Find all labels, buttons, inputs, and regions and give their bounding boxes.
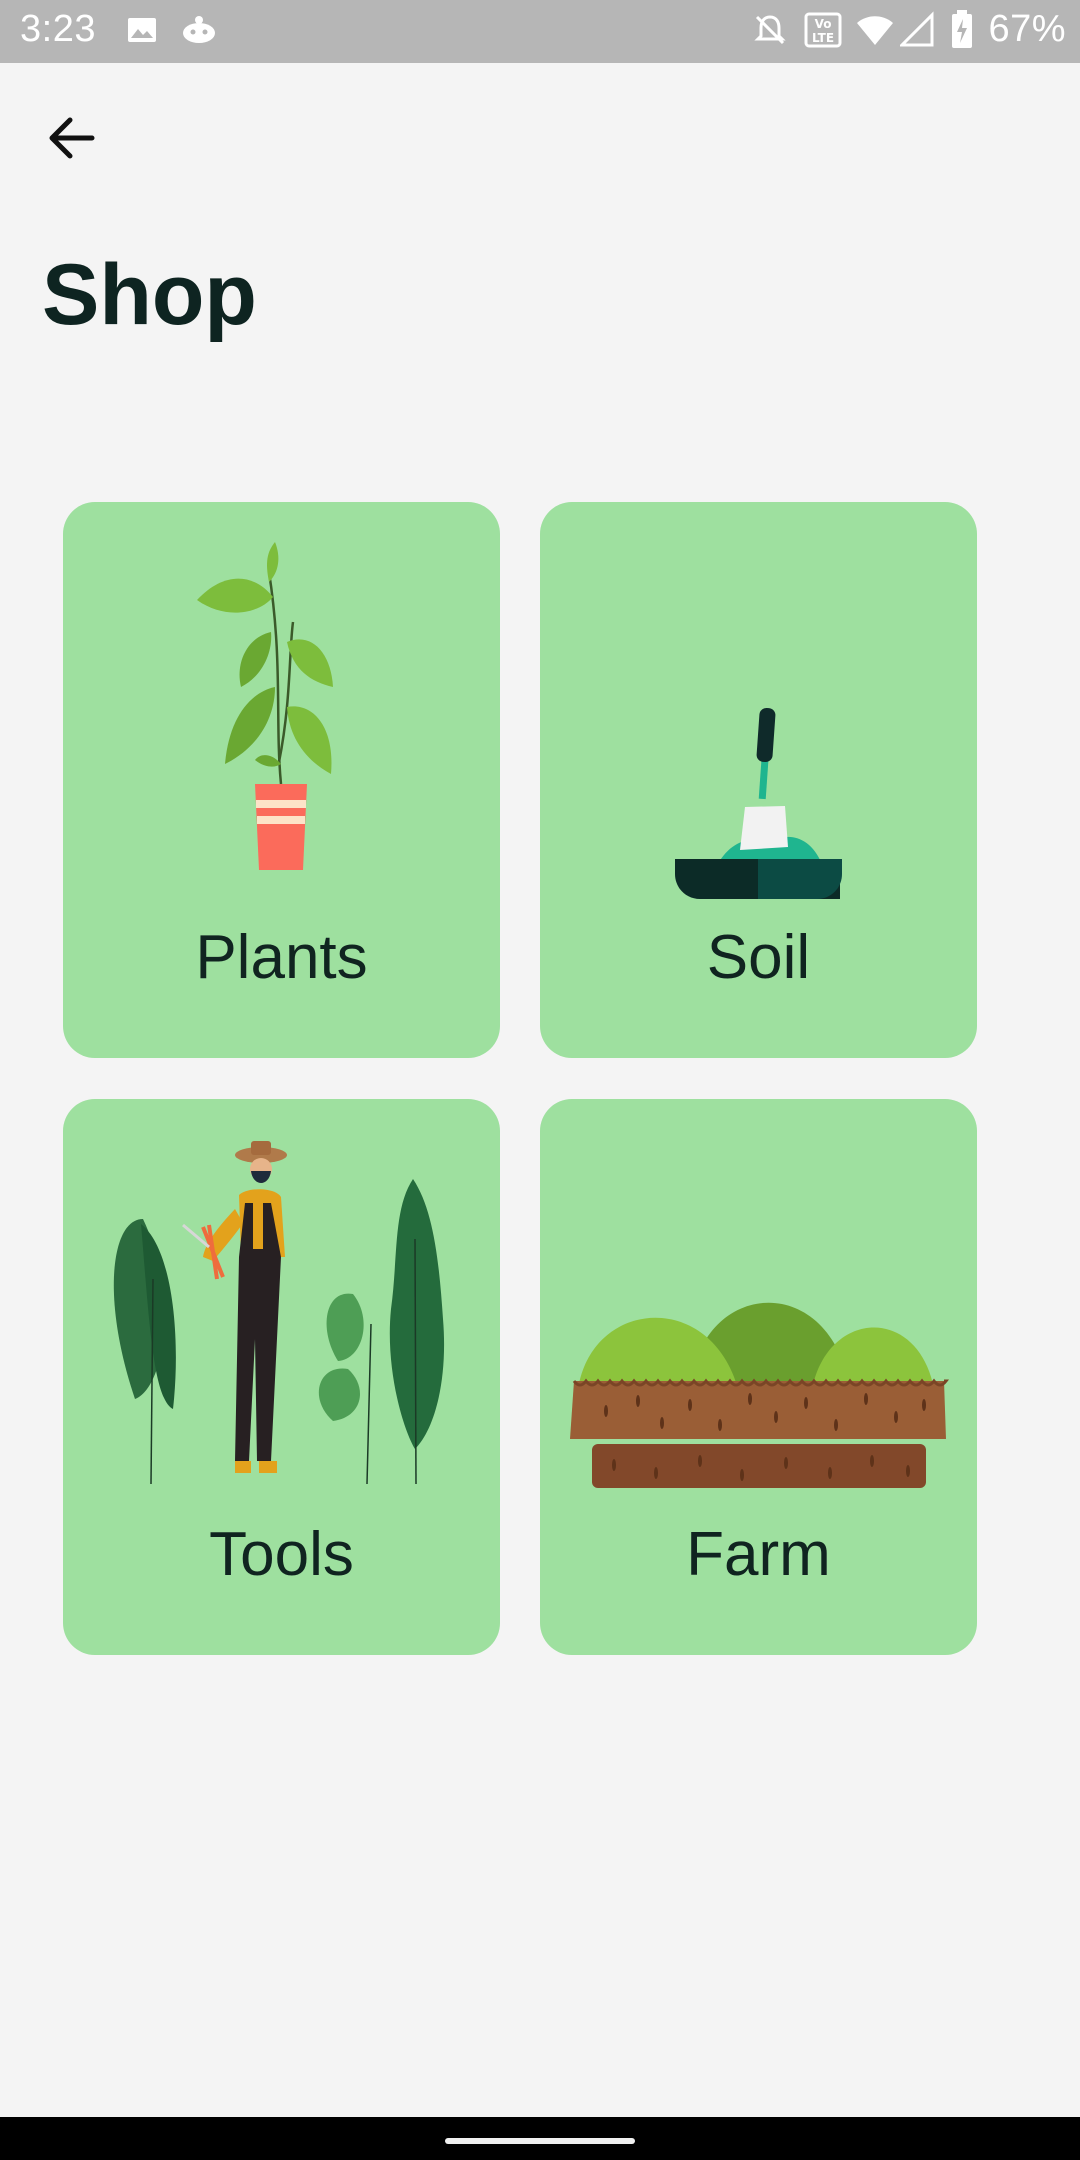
svg-text:LTE: LTE: [812, 31, 834, 45]
signal-icon: [900, 11, 934, 47]
volte-icon: Vo LTE: [804, 12, 842, 48]
wifi-icon: [857, 16, 893, 45]
system-nav-bar: [0, 2117, 1080, 2160]
farm-field-illustration: [570, 1302, 950, 1488]
gardener-illustration: [113, 1141, 445, 1485]
status-time: 3:23: [20, 8, 96, 50]
arrow-back-icon: [49, 117, 95, 159]
battery-charging-icon: [952, 10, 972, 48]
category-card-tools[interactable]: Tools: [63, 1099, 500, 1655]
category-card-plants[interactable]: Plants: [63, 502, 500, 1058]
bell-off-icon: [754, 15, 786, 45]
shovel-soil-illustration: [675, 707, 842, 899]
category-label: Farm: [686, 1520, 831, 1589]
category-card-farm[interactable]: Farm: [540, 1099, 977, 1655]
category-label: Soil: [706, 923, 811, 992]
category-label: Plants: [195, 923, 368, 992]
category-label: Tools: [209, 1520, 354, 1589]
back-button[interactable]: [40, 105, 106, 171]
image-icon: [128, 18, 156, 42]
category-card-soil[interactable]: Soil: [540, 502, 977, 1058]
cat-icon: [183, 16, 215, 43]
home-gesture-handle[interactable]: [445, 2138, 635, 2144]
status-bar: 3:23 Vo LTE 67%: [0, 0, 1080, 63]
battery-percentage: 67%: [988, 8, 1066, 50]
potted-plant-illustration: [197, 542, 333, 870]
svg-text:Vo: Vo: [815, 17, 832, 31]
page-title: Shop: [42, 247, 257, 343]
